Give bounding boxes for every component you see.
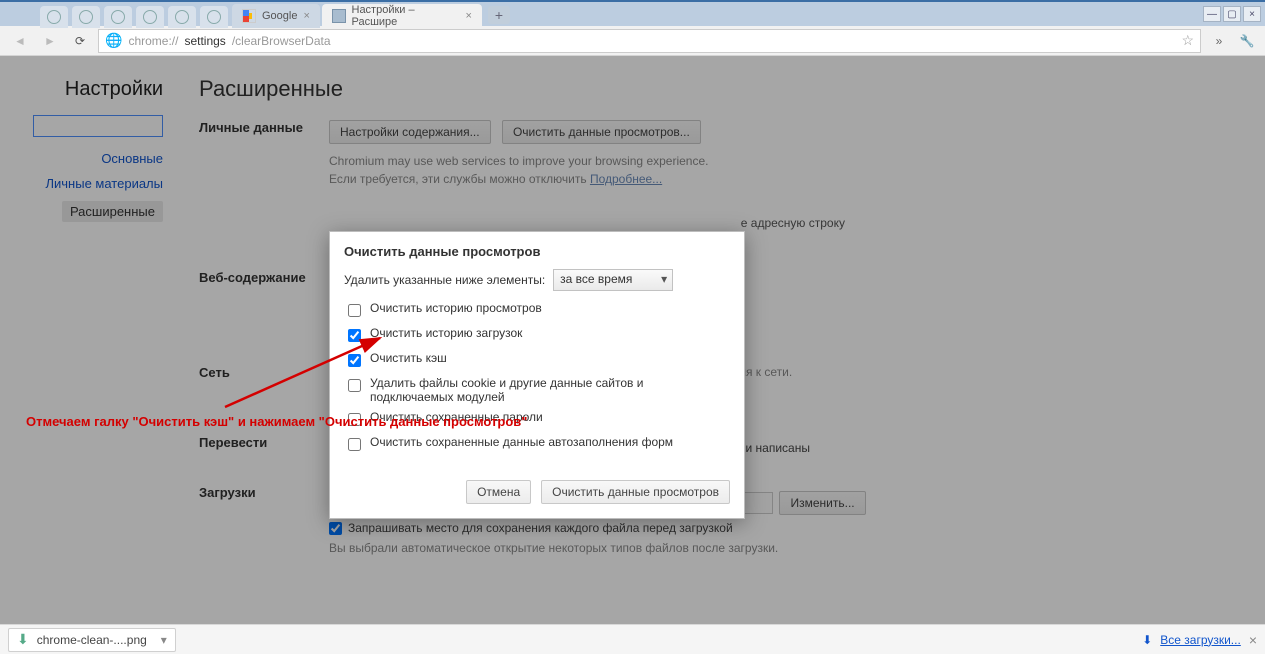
omnibox-suggest-row-fragment: е адресную строку xyxy=(329,216,849,230)
delete-items-label: Удалить указанные ниже элементы: xyxy=(344,273,545,287)
tab-label: Google xyxy=(262,10,297,22)
clear-data-confirm-button[interactable]: Очистить данные просмотров xyxy=(541,480,730,504)
opt-downloads-label: Очистить историю загрузок xyxy=(370,326,522,340)
close-button[interactable]: × xyxy=(1243,6,1261,22)
forward-button[interactable]: ► xyxy=(38,30,62,52)
all-downloads-icon: ⬇ xyxy=(1142,633,1152,647)
time-range-value: за все время xyxy=(560,272,632,286)
sidebar-item-personal[interactable]: Личные материалы xyxy=(45,176,163,191)
tab-placeholder-1[interactable] xyxy=(40,6,68,28)
change-download-location-button[interactable]: Изменить... xyxy=(779,491,865,515)
globe-icon xyxy=(47,10,61,24)
tab-placeholder-6[interactable] xyxy=(200,6,228,28)
site-info-icon[interactable]: 🌐 xyxy=(105,32,122,49)
opt-autofill[interactable]: Очистить сохраненные данные автозаполнен… xyxy=(344,435,730,454)
ask-before-download-checkbox[interactable] xyxy=(329,522,342,535)
tab-placeholder-5[interactable] xyxy=(168,6,196,28)
privacy-note: Chromium may use web services to improve… xyxy=(329,152,1241,188)
tab-google[interactable]: Google × xyxy=(232,4,320,28)
globe-icon xyxy=(79,10,93,24)
section-label-network: Сеть xyxy=(199,365,329,411)
opt-cookies-label: Удалить файлы cookie и другие данные сай… xyxy=(370,376,730,404)
autoopen-note: Вы выбрали автоматическое открытие некот… xyxy=(329,541,1241,555)
page-title: Расширенные xyxy=(199,76,1241,102)
google-favicon-icon xyxy=(242,9,256,23)
bookmark-star-icon[interactable]: ☆ xyxy=(1181,32,1194,49)
time-range-select[interactable]: за все время xyxy=(553,269,673,291)
omnibox[interactable]: 🌐 chrome:// settings/clearBrowserData ☆ xyxy=(98,29,1201,53)
section-label-webcontent: Веб-содержание xyxy=(199,270,329,341)
globe-icon xyxy=(207,10,221,24)
opt-downloads[interactable]: Очистить историю загрузок xyxy=(344,326,730,345)
opt-cache-checkbox[interactable] xyxy=(348,354,361,367)
opt-history-label: Очистить историю просмотров xyxy=(370,301,542,315)
minimize-button[interactable]: — xyxy=(1203,6,1221,22)
annotation-text: Отмечаем галку "Очистить кэш" и нажимаем… xyxy=(26,414,746,429)
back-button[interactable]: ◄ xyxy=(8,30,32,52)
content-settings-button[interactable]: Настройки содержания... xyxy=(329,120,491,144)
opt-cache-label: Очистить кэш xyxy=(370,351,447,365)
opt-history-checkbox[interactable] xyxy=(348,304,361,317)
url-scheme: chrome:// xyxy=(128,34,178,48)
downloads-bar-close-icon[interactable]: × xyxy=(1249,632,1257,648)
opt-autofill-checkbox[interactable] xyxy=(348,438,361,451)
privacy-note-line2: Если требуется, эти службы можно отключи… xyxy=(329,172,590,186)
toolbar: ◄ ► ⟳ 🌐 chrome:// settings/clearBrowserDa… xyxy=(0,26,1265,56)
url-host: settings xyxy=(184,34,225,48)
clear-browsing-data-button[interactable]: Очистить данные просмотров... xyxy=(502,120,701,144)
new-tab-button[interactable]: + xyxy=(488,6,510,24)
titlebar: Google × Настройки – Расшире × + — ▢ × xyxy=(0,0,1265,26)
tab-close-icon[interactable]: × xyxy=(303,10,309,22)
opt-cookies-checkbox[interactable] xyxy=(348,379,361,392)
section-label-downloads: Загрузки xyxy=(199,485,329,555)
maximize-button[interactable]: ▢ xyxy=(1223,6,1241,22)
tab-placeholder-2[interactable] xyxy=(72,6,100,28)
tab-placeholder-4[interactable] xyxy=(136,6,164,28)
window-controls: — ▢ × xyxy=(1203,6,1261,22)
ask-before-download-row[interactable]: Запрашивать место для сохранения каждого… xyxy=(329,521,1241,535)
opt-cache[interactable]: Очистить кэш xyxy=(344,351,730,370)
globe-icon xyxy=(175,10,189,24)
wrench-menu-icon[interactable]: 🔧 xyxy=(1237,30,1257,52)
downloads-bar: ⬇ chrome-clean-....png ▾ ⬇ Все загрузки.… xyxy=(0,624,1265,654)
globe-icon xyxy=(143,10,157,24)
dialog-title: Очистить данные просмотров xyxy=(330,232,744,269)
tab-close-icon[interactable]: × xyxy=(465,10,471,22)
sidebar-tabs: Основные Личные материалы Расширенные xyxy=(12,151,163,222)
reload-button[interactable]: ⟳ xyxy=(68,30,92,52)
opt-downloads-checkbox[interactable] xyxy=(348,329,361,342)
learn-more-link[interactable]: Подробнее... xyxy=(590,172,662,186)
download-file-icon: ⬇ xyxy=(17,631,29,648)
tab-settings[interactable]: Настройки – Расшире × xyxy=(322,4,482,28)
opt-cookies[interactable]: Удалить файлы cookie и другие данные сай… xyxy=(344,376,730,404)
all-downloads-link[interactable]: Все загрузки... xyxy=(1160,633,1241,647)
tab-placeholder-3[interactable] xyxy=(104,6,132,28)
chevron-down-icon[interactable]: ▾ xyxy=(161,633,167,647)
extension-favicon-icon xyxy=(332,9,346,23)
dialog-options: Очистить историю просмотров Очистить ист… xyxy=(344,301,730,454)
content-area: Настройки Основные Личные материалы Расш… xyxy=(0,56,1265,624)
url-path: /clearBrowserData xyxy=(232,34,331,48)
download-item[interactable]: ⬇ chrome-clean-....png ▾ xyxy=(8,628,176,652)
settings-sidebar: Настройки Основные Личные материалы Расш… xyxy=(0,56,175,624)
sidebar-item-basic[interactable]: Основные xyxy=(101,151,163,166)
omnibox-suggest-fragment: е адресную строку xyxy=(741,216,845,230)
ask-before-download-label: Запрашивать место для сохранения каждого… xyxy=(348,521,733,535)
section-label-privacy: Личные данные xyxy=(199,120,329,230)
sidebar-title: Настройки xyxy=(12,78,163,101)
download-filename: chrome-clean-....png xyxy=(37,633,147,647)
privacy-note-line1: Chromium may use web services to improve… xyxy=(329,154,708,168)
clear-browsing-data-dialog: Очистить данные просмотров Удалить указа… xyxy=(329,231,745,519)
search-settings-input[interactable] xyxy=(33,115,163,137)
section-label-translate: Перевести xyxy=(199,435,329,461)
opt-autofill-label: Очистить сохраненные данные автозаполнен… xyxy=(370,435,673,449)
cancel-button[interactable]: Отмена xyxy=(466,480,531,504)
globe-icon xyxy=(111,10,125,24)
extensions-overflow-icon[interactable]: » xyxy=(1207,30,1231,52)
tabstrip: Google × Настройки – Расшире × + xyxy=(0,2,510,28)
tab-label: Настройки – Расшире xyxy=(352,4,460,28)
opt-history[interactable]: Очистить историю просмотров xyxy=(344,301,730,320)
sidebar-item-advanced[interactable]: Расширенные xyxy=(62,201,163,222)
section-privacy: Личные данные Настройки содержания... Оч… xyxy=(199,120,1241,230)
